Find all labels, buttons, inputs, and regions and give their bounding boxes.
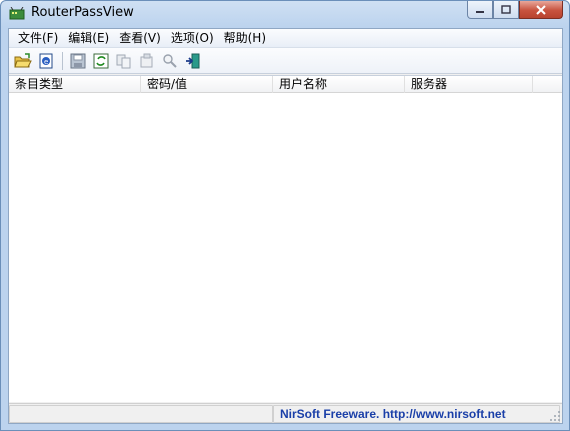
open-folder-button[interactable] xyxy=(13,51,33,71)
column-header-username[interactable]: 用户名称 xyxy=(273,76,405,93)
copy-button[interactable] xyxy=(114,51,134,71)
menu-file[interactable]: 文件(F) xyxy=(13,30,63,47)
client-area: 文件(F) 编辑(E) 查看(V) 选项(O) 帮助(H) e 条目类型 密码/… xyxy=(8,28,563,424)
toolbar-separator xyxy=(62,51,63,70)
toolbar: e xyxy=(9,48,562,74)
open-folder-icon xyxy=(14,52,32,67)
properties-button[interactable] xyxy=(137,51,157,71)
app-window: RouterPassView 文件(F) 编辑(E) 查看(V) 选项(O) 帮… xyxy=(0,0,570,431)
column-header-server[interactable]: 服务器 xyxy=(405,76,533,93)
menu-help[interactable]: 帮助(H) xyxy=(219,30,271,47)
app-icon xyxy=(9,6,25,21)
exit-button[interactable] xyxy=(183,51,203,71)
column-header-filler xyxy=(533,76,562,93)
window-title: RouterPassView xyxy=(31,5,134,20)
menu-edit[interactable]: 编辑(E) xyxy=(63,30,114,47)
minimize-button[interactable] xyxy=(467,1,493,19)
password-list[interactable]: 条目类型 密码/值 用户名称 服务器 xyxy=(9,75,562,402)
status-bar: NirSoft Freeware. http://www.nirsoft.net xyxy=(9,403,562,423)
list-rows[interactable] xyxy=(9,93,562,403)
column-header-password[interactable]: 密码/值 xyxy=(141,76,273,93)
minimize-icon xyxy=(476,10,484,13)
properties-icon xyxy=(140,53,153,67)
menu-options[interactable]: 选项(O) xyxy=(166,30,219,47)
refresh-button[interactable] xyxy=(91,51,111,71)
resize-grip-icon[interactable] xyxy=(549,410,561,422)
menu-view[interactable]: 查看(V) xyxy=(114,30,166,47)
exit-icon xyxy=(186,53,200,68)
close-button[interactable] xyxy=(519,1,563,19)
save-icon xyxy=(70,53,86,68)
open-router-file-icon: e xyxy=(39,53,53,68)
copy-icon xyxy=(116,54,131,68)
find-icon xyxy=(163,53,177,68)
menu-bar: 文件(F) 编辑(E) 查看(V) 选项(O) 帮助(H) xyxy=(9,29,562,48)
nirsoft-link[interactable]: NirSoft Freeware. http://www.nirsoft.net xyxy=(273,405,560,423)
column-header-entry-type[interactable]: 条目类型 xyxy=(9,76,141,93)
find-button[interactable] xyxy=(160,51,180,71)
list-header: 条目类型 密码/值 用户名称 服务器 xyxy=(9,76,562,93)
title-bar[interactable]: RouterPassView xyxy=(1,1,569,27)
refresh-icon xyxy=(93,53,109,68)
maximize-icon xyxy=(501,5,511,14)
close-icon xyxy=(536,4,546,15)
status-pane-left xyxy=(9,405,273,423)
svg-text:e: e xyxy=(44,58,48,66)
open-router-file-button[interactable]: e xyxy=(36,51,56,71)
maximize-button[interactable] xyxy=(493,1,519,19)
save-button[interactable] xyxy=(68,51,88,71)
